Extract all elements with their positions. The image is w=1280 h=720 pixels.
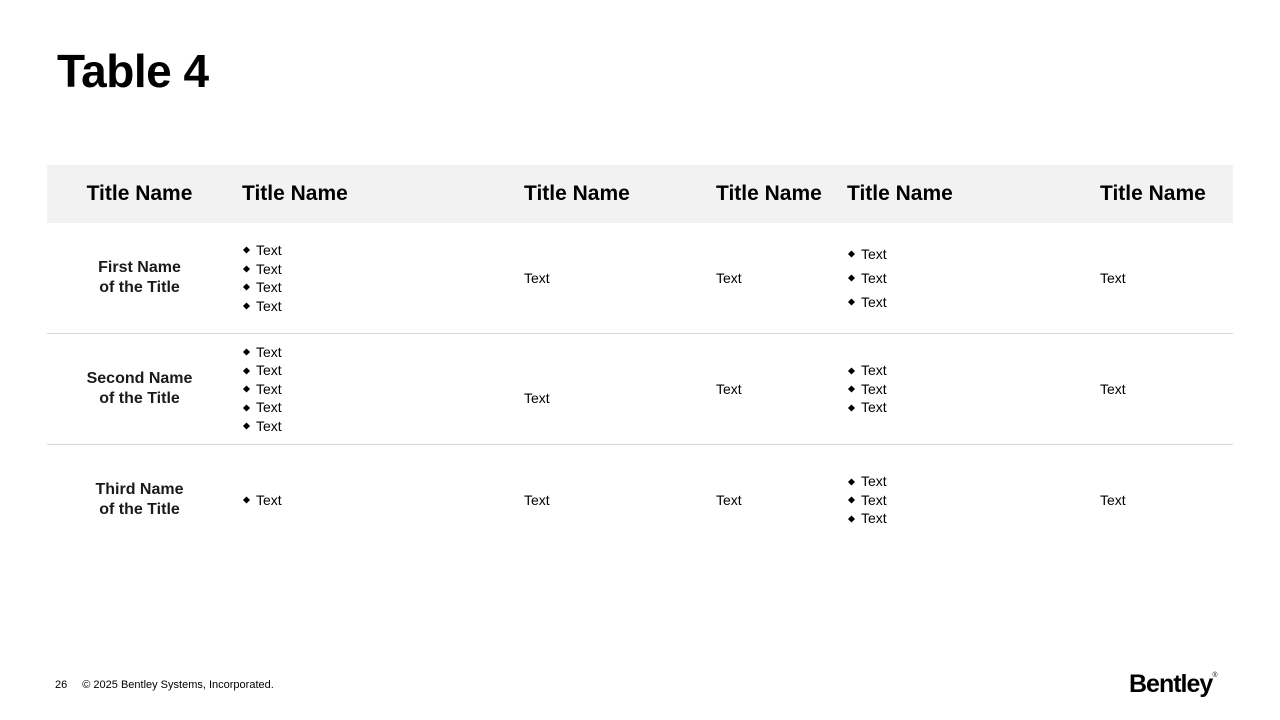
bullet-item: Text xyxy=(847,472,887,491)
copyright-text: © 2025 Bentley Systems, Incorporated. xyxy=(82,679,274,691)
bullet-item: Text xyxy=(242,278,282,297)
slide-footer: 26 © 2025 Bentley Systems, Incorporated. xyxy=(55,679,274,691)
bullet-cell: Text Text Text Text xyxy=(242,223,512,333)
row-title-line: of the Title xyxy=(99,501,180,518)
bullet-item: Text xyxy=(847,242,887,266)
table-cell: Text xyxy=(716,492,742,508)
bullet-item: Text xyxy=(847,266,887,290)
bullet-cell: Text Text Text xyxy=(847,223,1087,333)
bullet-cell: Text Text Text xyxy=(847,445,1087,555)
bullet-item: Text xyxy=(242,241,282,260)
bullet-cell: Text xyxy=(242,445,512,555)
bullet-cell: Text Text Text Text Text xyxy=(242,334,512,444)
bullet-item: Text xyxy=(242,260,282,279)
bullet-item: Text xyxy=(242,361,282,380)
row-title: First Name of the Title xyxy=(47,223,232,333)
row-title-line: First Name xyxy=(98,259,181,276)
table-row: Second Name of the Title Text Text Text … xyxy=(47,334,1233,445)
bullet-item: Text xyxy=(847,398,887,417)
bullet-list: Text Text Text Text xyxy=(242,241,282,315)
page-number: 26 xyxy=(55,679,68,691)
bullet-item: Text xyxy=(847,491,887,510)
table-header-row: Title Name Title Name Title Name Title N… xyxy=(47,165,1233,223)
table-row: Third Name of the Title Text Text Text T… xyxy=(47,445,1233,555)
bullet-item: Text xyxy=(847,361,887,380)
bullet-item: Text xyxy=(847,290,887,314)
row-title: Third Name of the Title xyxy=(47,445,232,555)
logo-text: Bentley xyxy=(1129,670,1213,698)
bullet-list: Text Text Text Text Text xyxy=(242,343,282,436)
table-cell: Text xyxy=(1100,270,1126,286)
table-cell: Text xyxy=(1100,381,1126,397)
bullet-list: Text Text Text xyxy=(847,472,887,528)
row-title-line: of the Title xyxy=(99,390,180,407)
data-table: Title Name Title Name Title Name Title N… xyxy=(47,165,1233,555)
bullet-list: Text Text Text xyxy=(847,361,887,417)
bullet-item: Text xyxy=(242,417,282,436)
bullet-item: Text xyxy=(242,491,282,510)
table-cell: Text xyxy=(524,390,550,406)
registered-mark: ® xyxy=(1212,672,1218,679)
bullet-cell: Text Text Text xyxy=(847,334,1087,444)
column-header: Title Name xyxy=(716,182,822,205)
table-cell: Text xyxy=(716,381,742,397)
row-title: Second Name of the Title xyxy=(47,334,232,444)
bullet-list: Text Text Text xyxy=(847,242,887,314)
bullet-item: Text xyxy=(242,398,282,417)
bentley-logo: Bentley® xyxy=(1129,670,1217,699)
column-header: Title Name xyxy=(847,182,953,205)
bullet-list: Text xyxy=(242,491,282,510)
table-row: First Name of the Title Text Text Text T… xyxy=(47,223,1233,334)
column-header: Title Name xyxy=(1100,182,1206,205)
bullet-item: Text xyxy=(847,380,887,399)
bullet-item: Text xyxy=(242,380,282,399)
table-cell: Text xyxy=(524,270,550,286)
column-header: Title Name xyxy=(242,182,348,205)
table-cell: Text xyxy=(1100,492,1126,508)
bullet-item: Text xyxy=(847,509,887,528)
column-header: Title Name xyxy=(86,182,193,205)
bullet-item: Text xyxy=(242,297,282,316)
column-header: Title Name xyxy=(524,182,630,205)
row-title-line: Third Name xyxy=(95,481,184,498)
slide-title: Table 4 xyxy=(57,45,209,97)
row-title-line: of the Title xyxy=(99,279,180,296)
table-cell: Text xyxy=(716,270,742,286)
row-title-line: Second Name xyxy=(86,370,193,387)
table-cell: Text xyxy=(524,492,550,508)
bullet-item: Text xyxy=(242,343,282,362)
